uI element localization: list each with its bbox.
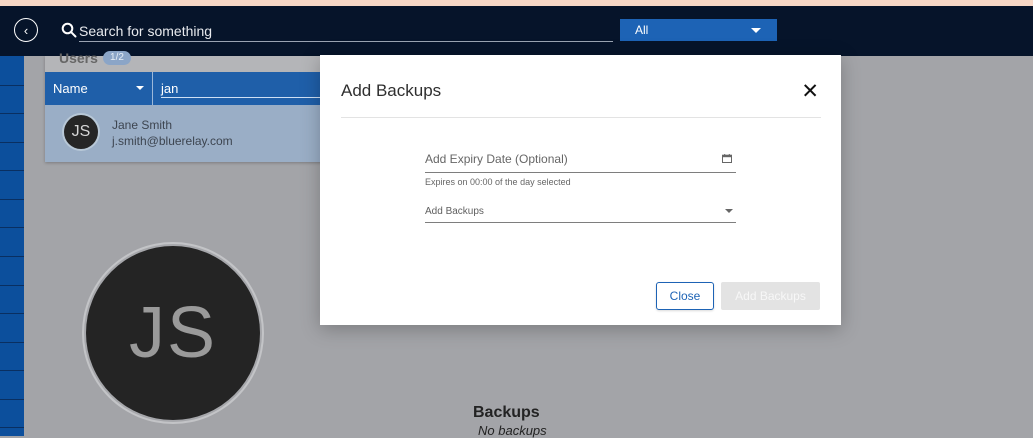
table-row[interactable]: JS Jane Smith j.smith@bluerelay.com	[45, 105, 345, 162]
name-filter-input[interactable]: jan	[161, 80, 345, 98]
close-button[interactable]: Close	[656, 282, 714, 310]
add-backups-button[interactable]: Add Backups	[721, 282, 820, 310]
user-name: Jane Smith	[112, 118, 173, 132]
chevron-down-icon	[751, 28, 761, 33]
profile-avatar: JS	[86, 246, 260, 420]
rail-separator	[0, 227, 24, 228]
users-card-title: Users	[59, 50, 98, 66]
expiry-date-field[interactable]: Add Expiry Date (Optional)	[425, 150, 736, 173]
rail-separator	[0, 199, 24, 200]
name-column-header[interactable]: Name	[45, 72, 153, 105]
rail-separator	[0, 142, 24, 143]
rail-separator	[0, 113, 24, 114]
add-backups-modal: Add Backups ✕ Add Expiry Date (Optional)…	[320, 55, 841, 325]
rail-separator	[0, 313, 24, 314]
expiry-date-placeholder: Add Expiry Date (Optional)	[425, 152, 568, 166]
rail-separator	[0, 85, 24, 86]
modal-divider	[341, 117, 821, 118]
rail-separator	[0, 399, 24, 400]
scope-select-value: All	[635, 23, 649, 37]
top-navigation-bar: ‹ All	[0, 6, 1033, 56]
modal-title: Add Backups	[341, 81, 442, 100]
chevron-down-icon	[725, 209, 733, 213]
user-email: j.smith@bluerelay.com	[112, 134, 233, 148]
search-icon	[61, 22, 77, 38]
rail-separator	[0, 370, 24, 371]
name-column-label: Name	[53, 81, 88, 96]
rail-separator	[0, 170, 24, 171]
rail-separator	[0, 427, 24, 428]
left-sidebar-rail	[0, 56, 24, 436]
rail-separator	[0, 285, 24, 286]
scope-select[interactable]: All	[620, 19, 777, 41]
add-backups-placeholder: Add Backups	[425, 206, 484, 217]
backups-section-title: Backups	[473, 404, 540, 421]
avatar: JS	[64, 115, 98, 149]
chevron-down-icon	[136, 86, 144, 90]
search-input[interactable]	[79, 20, 613, 42]
calendar-icon[interactable]	[722, 154, 732, 163]
users-card: Users 1/2 Name jan JS Jane Smith j.smith…	[45, 50, 345, 162]
rail-separator	[0, 342, 24, 343]
close-icon[interactable]: ✕	[801, 81, 819, 102]
users-table-header: Name jan	[45, 72, 345, 105]
add-backups-select[interactable]: Add Backups	[425, 204, 736, 223]
expiry-date-hint: Expires on 00:00 of the day selected	[425, 177, 571, 187]
back-arrow-icon[interactable]: ‹	[14, 18, 38, 42]
users-count-badge: 1/2	[103, 51, 131, 65]
rail-separator	[0, 256, 24, 257]
